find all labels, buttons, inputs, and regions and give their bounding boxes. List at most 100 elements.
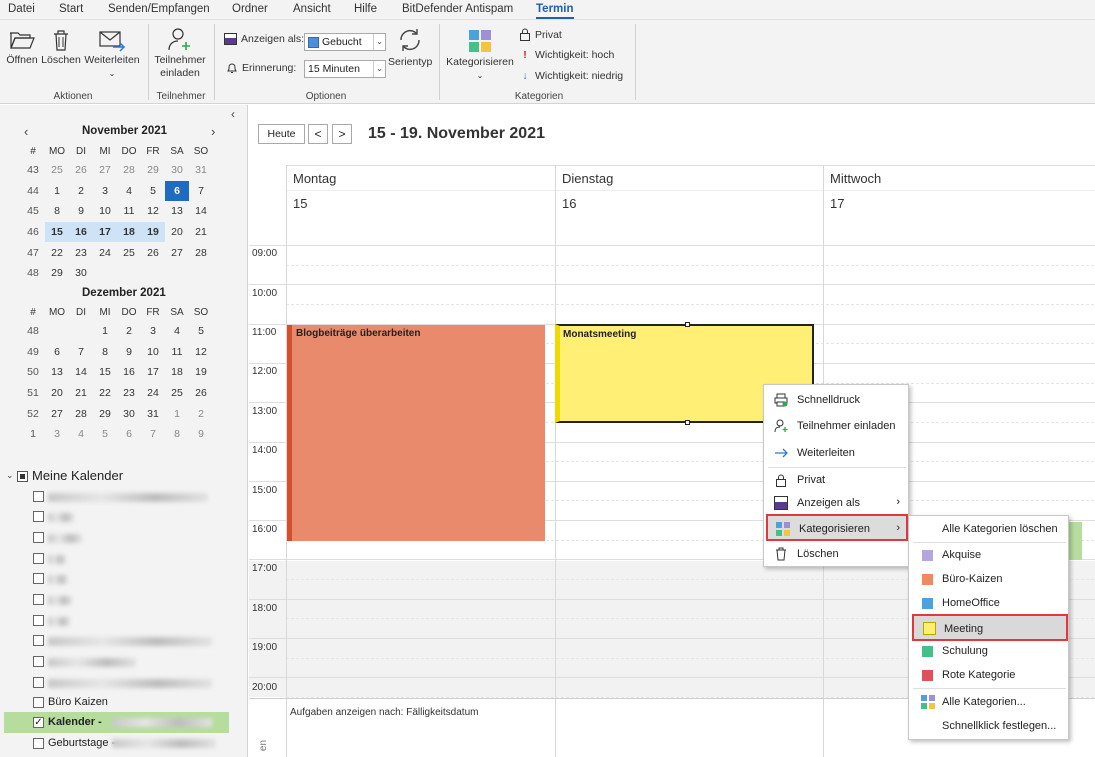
calendar-day[interactable]: 26 (69, 160, 93, 181)
calendar-day[interactable]: 26 (189, 383, 213, 404)
menu-termin[interactable]: Termin (536, 3, 574, 19)
calendar-day[interactable]: 22 (93, 383, 117, 404)
calendar-day[interactable]: 9 (69, 201, 93, 222)
calendar-day[interactable]: 21 (189, 222, 213, 243)
calendar-day[interactable]: 1 (45, 181, 69, 202)
calendar-day[interactable]: 26 (141, 242, 165, 263)
day-number-15[interactable]: 15 (293, 196, 307, 211)
calendar-day[interactable]: 13 (45, 362, 69, 383)
invite-attendees-button[interactable]: Teilnehmer einladen (152, 26, 208, 80)
category-schulung[interactable]: Schulung (909, 639, 1068, 663)
week-number[interactable]: 43 (21, 160, 45, 181)
my-calendars-header[interactable]: Meine Kalender (32, 468, 123, 483)
calendar-day[interactable]: 21 (69, 383, 93, 404)
category-akquise[interactable]: Akquise (909, 543, 1068, 567)
calendar-day[interactable]: 14 (69, 362, 93, 383)
calendar-day[interactable]: 22 (45, 242, 69, 263)
calendar-day[interactable]: 8 (45, 201, 69, 222)
calendar-checkbox[interactable] (33, 656, 44, 667)
menu-ordner[interactable]: Ordner (232, 3, 268, 15)
calendar-day[interactable]: 11 (117, 201, 141, 222)
calendar-day[interactable]: 30 (69, 263, 93, 284)
calendar-checkbox[interactable] (33, 635, 44, 646)
forward-button[interactable]: Weiterleiten ⌄ (83, 28, 141, 80)
week-number[interactable]: 49 (21, 342, 45, 363)
menu-item-categorize[interactable]: Kategorisieren › (766, 514, 908, 541)
menu-item-delete[interactable]: Löschen (764, 542, 908, 566)
calendar-checkbox[interactable] (33, 677, 44, 688)
week-number[interactable]: 48 (21, 263, 45, 284)
calendar-day[interactable]: 28 (117, 160, 141, 181)
menu-item-quickprint[interactable]: Schnelldruck (764, 388, 908, 412)
calendar-day[interactable]: 16 (117, 362, 141, 383)
calendar-day[interactable]: 23 (69, 242, 93, 263)
collapse-pane-icon[interactable]: ‹ (231, 107, 235, 121)
prev-week-button[interactable]: < (308, 124, 328, 144)
week-number[interactable]: 51 (21, 383, 45, 404)
calendar-day[interactable]: 28 (189, 242, 213, 263)
day-header-dienstag[interactable]: Dienstag (562, 171, 613, 186)
calendar-day[interactable]: 10 (141, 342, 165, 363)
calendar-day[interactable]: 3 (141, 321, 165, 342)
calendar-day[interactable]: 2 (189, 403, 213, 424)
categorize-button[interactable]: Kategorisieren ⌄ (444, 28, 516, 82)
calendar-day[interactable]: 2 (117, 321, 141, 342)
private-button[interactable]: Privat (519, 28, 562, 41)
week-number[interactable]: 46 (21, 222, 45, 243)
calendar-day[interactable]: 5 (189, 321, 213, 342)
calendar-day[interactable]: 25 (165, 383, 189, 404)
recurrence-button[interactable]: Serientyp (388, 26, 432, 69)
menu-item-all-categories[interactable]: Alle Kategorien... (909, 690, 1068, 714)
category-homeoffice[interactable]: HomeOffice (909, 591, 1068, 615)
calendar-checkbox[interactable] (33, 697, 44, 708)
calendar-day[interactable]: 12 (141, 201, 165, 222)
resize-handle[interactable] (685, 420, 690, 425)
calendar-day[interactable]: 25 (45, 160, 69, 181)
calendar-day[interactable]: 31 (141, 403, 165, 424)
calendar-day[interactable]: 9 (117, 342, 141, 363)
reminder-select[interactable]: 15 Minuten ⌄ (304, 60, 386, 78)
next-week-button[interactable]: > (332, 124, 352, 144)
calendar-day[interactable]: 20 (45, 383, 69, 404)
menu-item-private[interactable]: Privat (764, 468, 908, 492)
calendar-day[interactable]: 5 (93, 424, 117, 445)
week-number[interactable]: 48 (21, 321, 45, 342)
calendar-day[interactable]: 1 (93, 321, 117, 342)
week-number[interactable]: 45 (21, 201, 45, 222)
event-blogbeitraege[interactable]: Blogbeiträge überarbeiten (287, 325, 545, 541)
calendar-checkbox[interactable] (33, 491, 44, 502)
calendar-day[interactable]: 5 (141, 181, 165, 202)
calendar-checkbox[interactable] (33, 553, 44, 564)
calendar-checkbox[interactable] (33, 594, 44, 605)
calendar-day[interactable]: 17 (93, 221, 117, 243)
calendar-day[interactable]: 4 (117, 181, 141, 202)
week-number[interactable]: 44 (21, 181, 45, 202)
day-number-16[interactable]: 16 (562, 196, 576, 211)
menu-ansicht[interactable]: Ansicht (293, 3, 331, 15)
calendar-day[interactable]: 8 (93, 342, 117, 363)
calendar-day[interactable]: 6 (165, 180, 189, 202)
calendar-day[interactable]: 4 (165, 321, 189, 342)
calendar-day[interactable]: 15 (45, 221, 69, 243)
importance-high-button[interactable]: ! Wichtigkeit: hoch (519, 49, 614, 61)
today-button[interactable]: Heute (258, 124, 305, 144)
calendar-day[interactable]: 15 (93, 362, 117, 383)
calendar-day[interactable]: 28 (69, 403, 93, 424)
category-meeting[interactable]: Meeting (912, 614, 1068, 641)
calendar-day[interactable]: 9 (189, 424, 213, 445)
menu-item-quickclick[interactable]: Schnellklick festlegen... (909, 714, 1068, 738)
calendar-checkbox-checked[interactable]: ✓ (33, 717, 44, 728)
day-header-montag[interactable]: Montag (293, 171, 336, 186)
category-buero-kaizen[interactable]: Büro-Kaizen (909, 567, 1068, 591)
calendar-day[interactable]: 29 (141, 160, 165, 181)
menu-datei[interactable]: Datei (8, 3, 35, 15)
menu-hilfe[interactable]: Hilfe (354, 3, 377, 15)
calendar-day[interactable]: 29 (93, 403, 117, 424)
calendar-day[interactable]: 12 (189, 342, 213, 363)
calendar-day[interactable]: 25 (117, 242, 141, 263)
calendar-checkbox[interactable] (33, 615, 44, 626)
calendar-day[interactable]: 30 (117, 403, 141, 424)
week-number[interactable]: 1 (21, 424, 45, 445)
calendar-day[interactable]: 7 (69, 342, 93, 363)
week-number[interactable]: 50 (21, 362, 45, 383)
